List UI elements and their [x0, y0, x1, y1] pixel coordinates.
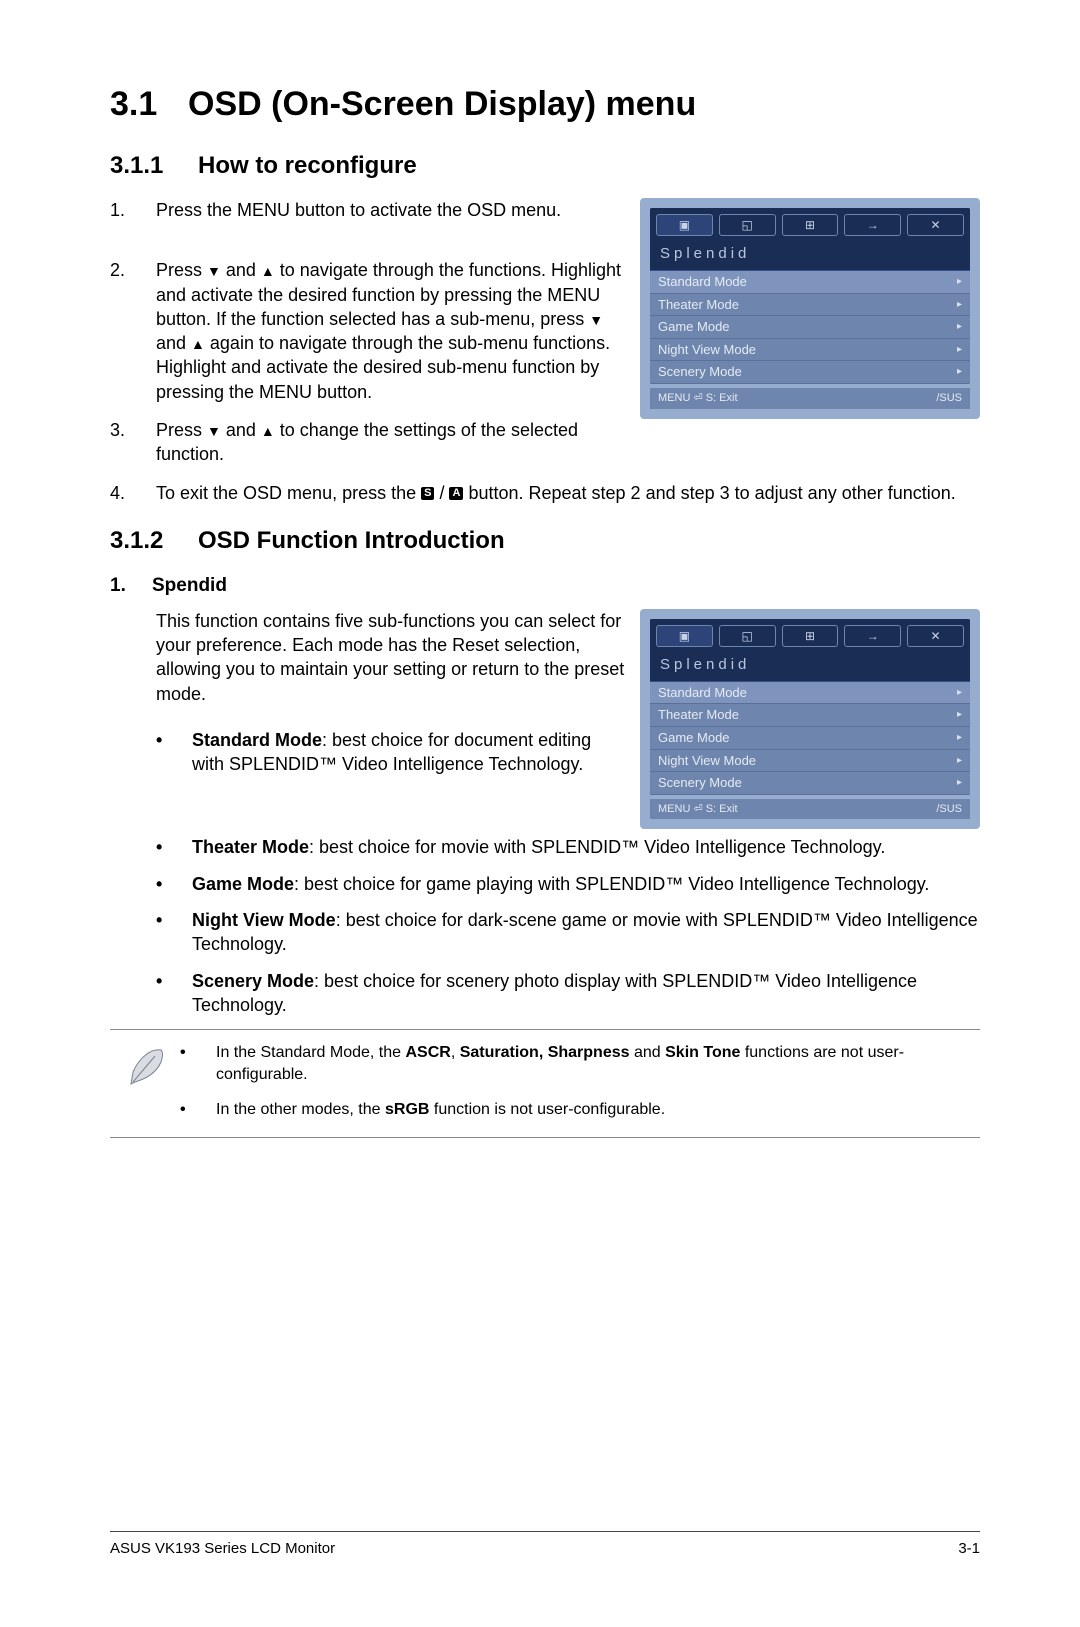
step-3-number: 3. [110, 418, 156, 467]
up-triangle-icon [191, 333, 205, 353]
down-triangle-icon [589, 309, 603, 329]
step-2-text: Press and to navigate through the functi… [156, 258, 626, 404]
osd-tab-image-icon: ◱ [719, 625, 776, 647]
osd-screenshot-2: ▣ ◱ ⊞ → ✕ Splendid Standard Mode▸ Theate… [640, 609, 980, 830]
note-1: In the Standard Mode, the ASCR, Saturati… [216, 1042, 980, 1085]
osd-menu-title: Splendid [650, 240, 970, 271]
bullet-icon: • [156, 728, 192, 777]
bullet-icon: • [156, 835, 192, 859]
osd-tab-color-icon: ⊞ [782, 625, 839, 647]
osd-footer: MENU ⏎ S: Exit/SUS [650, 799, 970, 820]
subsection-1-number: 3.1.1 [110, 152, 198, 180]
steps-block: ▣ ◱ ⊞ → ✕ Splendid Standard Mode▸ Theate… [110, 198, 980, 505]
up-triangle-icon [261, 420, 275, 440]
osd-tab-color-icon: ⊞ [782, 214, 839, 236]
note-2: In the other modes, the sRGB function is… [216, 1099, 980, 1121]
bullet-icon: • [180, 1099, 216, 1121]
feather-note-icon [110, 1042, 180, 1121]
function-1-heading: 1.Spendid [110, 573, 980, 599]
subsection-2-title: OSD Function Introduction [198, 527, 505, 554]
osd-item-night: Night View Mode▸ [650, 339, 970, 362]
bullet-icon: • [180, 1042, 216, 1085]
up-triangle-icon [261, 260, 275, 280]
osd-item-theater: Theater Mode▸ [650, 294, 970, 317]
mode-standard: Standard Mode: best choice for document … [192, 728, 626, 777]
osd-item-scenery: Scenery Mode▸ [650, 361, 970, 384]
osd-tab-image-icon: ◱ [719, 214, 776, 236]
footer-right: 3-1 [958, 1540, 980, 1557]
step-1-number: 1. [110, 198, 156, 222]
down-triangle-icon [207, 260, 221, 280]
osd-tab-exit-icon: ✕ [907, 214, 964, 236]
subsection-2-number: 3.1.2 [110, 527, 198, 555]
osd-screenshot-1: ▣ ◱ ⊞ → ✕ Splendid Standard Mode▸ Theate… [640, 198, 980, 419]
section-title-text: OSD (On-Screen Display) menu [188, 85, 696, 123]
osd-tab-input-icon: → [844, 625, 901, 647]
step-4-number: 4. [110, 481, 156, 505]
bullet-icon: • [156, 969, 192, 1018]
osd-menu-title: Splendid [650, 651, 970, 682]
bullet-icon: • [156, 872, 192, 896]
s-button-icon: S [421, 487, 434, 500]
osd-tab-splendid-icon: ▣ [656, 214, 713, 236]
section-heading: 3.1OSD (On-Screen Display) menu [110, 85, 980, 124]
osd-item-game: Game Mode▸ [650, 316, 970, 339]
subsection-1-title: How to reconfigure [198, 152, 417, 179]
notes-block: • In the Standard Mode, the ASCR, Satura… [110, 1029, 980, 1138]
function-1-block: 1.Spendid ▣ ◱ ⊞ → ✕ Splendid Standard Mo… [110, 573, 980, 1138]
osd-item-standard: Standard Mode▸ [650, 682, 970, 705]
osd-item-standard: Standard Mode▸ [650, 271, 970, 294]
step-1-text: Press the MENU button to activate the OS… [156, 198, 626, 222]
mode-night: Night View Mode: best choice for dark-sc… [192, 908, 980, 957]
mode-theater: Theater Mode: best choice for movie with… [192, 835, 980, 859]
footer-left: ASUS VK193 Series LCD Monitor [110, 1540, 335, 1557]
osd-item-scenery: Scenery Mode▸ [650, 772, 970, 795]
section-number: 3.1 [110, 85, 188, 124]
down-triangle-icon [207, 420, 221, 440]
step-4-text: To exit the OSD menu, press the S / A bu… [156, 481, 980, 505]
page-footer: ASUS VK193 Series LCD Monitor 3-1 [110, 1531, 980, 1557]
subsection-2-heading: 3.1.2OSD Function Introduction [110, 527, 980, 555]
step-3-text: Press and to change the settings of the … [156, 418, 626, 467]
osd-item-game: Game Mode▸ [650, 727, 970, 750]
osd-item-theater: Theater Mode▸ [650, 704, 970, 727]
mode-game: Game Mode: best choice for game playing … [192, 872, 980, 896]
osd-tab-input-icon: → [844, 214, 901, 236]
osd-tab-exit-icon: ✕ [907, 625, 964, 647]
step-2-number: 2. [110, 258, 156, 404]
bullet-icon: • [156, 908, 192, 957]
a-button-icon: A [449, 487, 463, 500]
mode-scenery: Scenery Mode: best choice for scenery ph… [192, 969, 980, 1018]
osd-footer: MENU ⏎ S: Exit/SUS [650, 388, 970, 409]
subsection-1-heading: 3.1.1How to reconfigure [110, 152, 980, 180]
osd-tab-splendid-icon: ▣ [656, 625, 713, 647]
osd-item-night: Night View Mode▸ [650, 750, 970, 773]
